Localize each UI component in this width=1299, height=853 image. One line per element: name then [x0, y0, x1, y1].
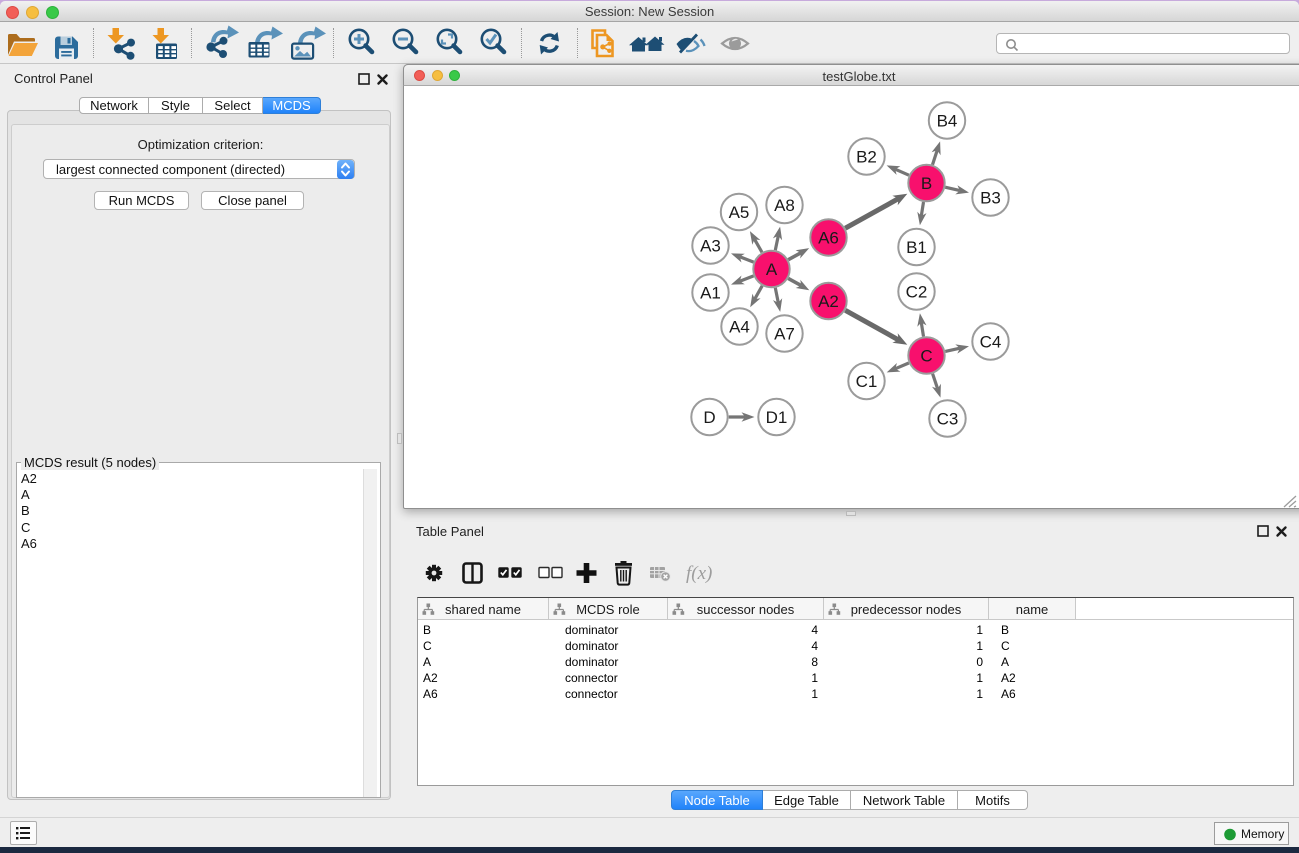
svg-text:A7: A7 [774, 325, 795, 344]
svg-text:B: B [921, 174, 932, 193]
svg-text:f(x): f(x) [686, 563, 712, 584]
svg-text:C: C [920, 347, 932, 366]
svg-text:A5: A5 [729, 203, 750, 222]
svg-text:B4: B4 [937, 112, 958, 131]
svg-text:A8: A8 [774, 196, 795, 215]
svg-text:A3: A3 [700, 237, 721, 256]
svg-text:C4: C4 [980, 333, 1002, 352]
svg-text:A4: A4 [729, 318, 750, 337]
svg-text:C2: C2 [906, 283, 928, 302]
svg-text:D: D [703, 408, 715, 427]
svg-text:D1: D1 [766, 408, 788, 427]
svg-text:B2: B2 [856, 148, 877, 167]
svg-text:C3: C3 [937, 410, 959, 429]
svg-text:A2: A2 [818, 292, 839, 311]
svg-text:B3: B3 [980, 189, 1001, 208]
svg-text:C1: C1 [856, 372, 878, 391]
svg-text:A: A [766, 260, 778, 279]
svg-text:A6: A6 [818, 229, 839, 248]
svg-text:A1: A1 [700, 284, 721, 303]
svg-text:B1: B1 [906, 238, 927, 257]
